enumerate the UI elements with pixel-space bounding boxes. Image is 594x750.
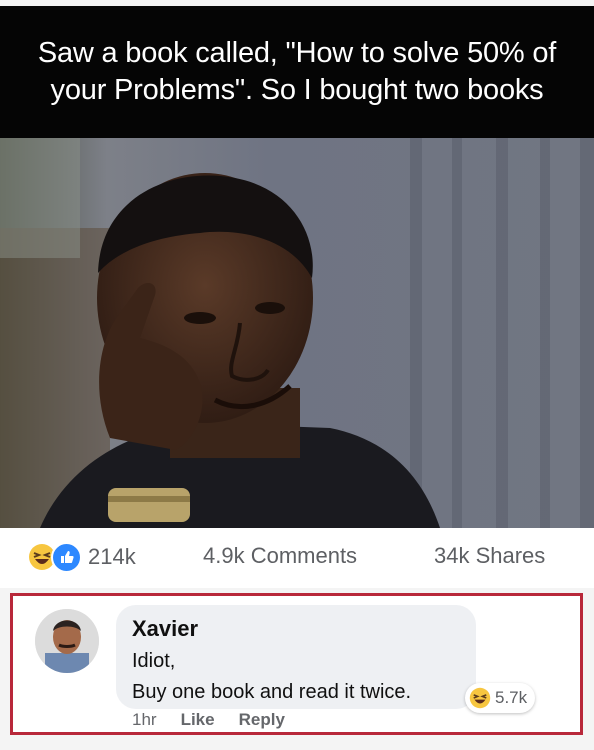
reactions-summary[interactable]: 214k [28,541,136,573]
haha-emoji-icon [469,687,491,709]
meme-caption: Saw a book called, "How to solve 50% of … [37,37,557,106]
like-button[interactable]: Like [181,710,215,730]
comment-text-line2: Buy one book and read it twice. [132,681,412,703]
reactions-count: 214k [88,544,136,569]
comment-text-line1: Idiot, [132,650,176,672]
avatar[interactable] [35,609,99,673]
comments-count-link[interactable]: 4.9k Comments [203,543,357,569]
post: Saw a book called, "How to solve 50% of … [0,0,594,750]
comment-reaction-count: 5.7k [495,688,528,707]
comment-bubble: Xavier Idiot, Buy one book and read it t… [116,605,476,709]
comment-author[interactable]: Xavier [132,616,198,642]
comment-reaction-badge[interactable]: 5.7k [465,683,536,713]
like-reaction-icon [51,541,82,573]
highlighted-comment: Xavier Idiot, Buy one book and read it t… [10,593,583,735]
comment-timestamp[interactable]: 1hr [132,710,157,730]
comment-meta: 1hr Like Reply [132,710,309,730]
post-stats-bar: 214k 4.9k Comments 34k Shares [0,528,594,588]
reply-button[interactable]: Reply [239,710,285,730]
meme-photo[interactable] [0,138,594,528]
shares-count-link[interactable]: 34k Shares [434,543,545,569]
meme-caption-bar: Saw a book called, "How to solve 50% of … [0,6,594,138]
